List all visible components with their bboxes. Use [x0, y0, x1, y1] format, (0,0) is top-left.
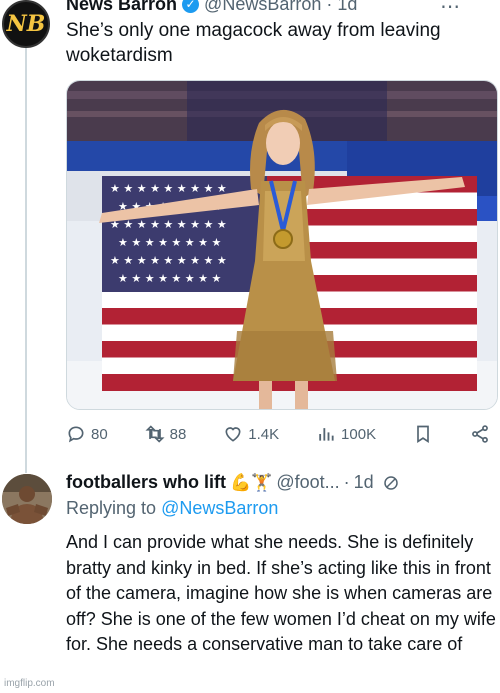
tweet-header: News Barron ✓ @NewsBarron · 1d — [66, 0, 357, 16]
more-options-icon[interactable]: ⋯ — [440, 0, 461, 19]
svg-text:★ ★ ★ ★ ★ ★ ★ ★: ★ ★ ★ ★ ★ ★ ★ ★ — [118, 236, 222, 249]
retweet-icon — [145, 425, 165, 443]
like-action[interactable]: 1.4K — [223, 424, 279, 444]
reply-author-handle[interactable]: @foot... — [276, 472, 339, 493]
svg-text:★ ★ ★ ★ ★ ★ ★ ★ ★: ★ ★ ★ ★ ★ ★ ★ ★ ★ — [110, 182, 227, 195]
tweet-media-image[interactable]: ★ ★ ★ ★ ★ ★ ★ ★ ★ ★ ★ ★ ★ ★ ★ ★ ★ ★ ★ ★ … — [66, 80, 498, 410]
reply-author-avatar[interactable] — [2, 474, 52, 524]
svg-text:★ ★ ★ ★ ★ ★ ★ ★ ★: ★ ★ ★ ★ ★ ★ ★ ★ ★ — [110, 254, 227, 267]
heart-icon — [225, 427, 241, 442]
reply-header: footballers who lift 💪🏋 @foot... · 1d — [66, 472, 400, 493]
reply-separator-dot: · — [343, 472, 350, 492]
retweet-count: 88 — [169, 425, 187, 443]
svg-text:★ ★ ★ ★ ★ ★ ★ ★ ★: ★ ★ ★ ★ ★ ★ ★ ★ ★ — [110, 218, 227, 231]
skater-with-flag-image: ★ ★ ★ ★ ★ ★ ★ ★ ★ ★ ★ ★ ★ ★ ★ ★ ★ ★ ★ ★ … — [67, 81, 497, 409]
reply-avatar-photo — [2, 474, 52, 524]
tweet-action-bar: 80 88 1.4K 100K — [66, 424, 490, 444]
share-icon — [472, 425, 488, 443]
bookmark-action[interactable] — [413, 424, 433, 444]
views-action[interactable]: 100K — [316, 424, 376, 444]
like-count: 1.4K — [248, 425, 280, 443]
bookmark-icon — [417, 425, 429, 444]
replying-to-label: Replying to — [66, 498, 157, 518]
retweet-action[interactable]: 88 — [145, 424, 187, 444]
reply-action[interactable]: 80 — [66, 424, 108, 444]
author-emojis: 💪🏋 — [230, 472, 273, 492]
reply-count: 80 — [91, 425, 108, 443]
svg-text:★ ★ ★ ★ ★ ★ ★ ★: ★ ★ ★ ★ ★ ★ ★ ★ — [118, 272, 222, 285]
watermark-text: imgflip.com — [4, 678, 55, 689]
reply-time[interactable]: 1d — [354, 472, 374, 493]
tweet-text: She’s only one magacock away from leavin… — [66, 20, 441, 66]
author-handle[interactable]: @NewsBarron — [204, 0, 321, 15]
reply-author-name[interactable]: footballers who lift — [66, 472, 226, 493]
reply-text: And I can provide what she needs. She is… — [66, 532, 496, 654]
author-avatar[interactable]: NB — [2, 0, 50, 48]
view-count: 100K — [341, 425, 377, 443]
share-action[interactable] — [470, 424, 490, 444]
reply-restricted-icon — [383, 475, 398, 490]
author-name[interactable]: News Barron — [66, 0, 177, 15]
tweet-time[interactable]: 1d — [337, 0, 357, 15]
reply-icon — [68, 426, 84, 443]
thread-connector-line — [25, 48, 27, 473]
replying-to-line: Replying to @NewsBarron — [66, 498, 278, 519]
verified-badge-icon: ✓ — [182, 0, 200, 13]
avatar-initials: NB — [6, 11, 46, 37]
views-chart-icon — [319, 428, 334, 441]
replying-to-handle-link[interactable]: @NewsBarron — [161, 498, 278, 518]
separator-dot: · — [326, 0, 333, 14]
